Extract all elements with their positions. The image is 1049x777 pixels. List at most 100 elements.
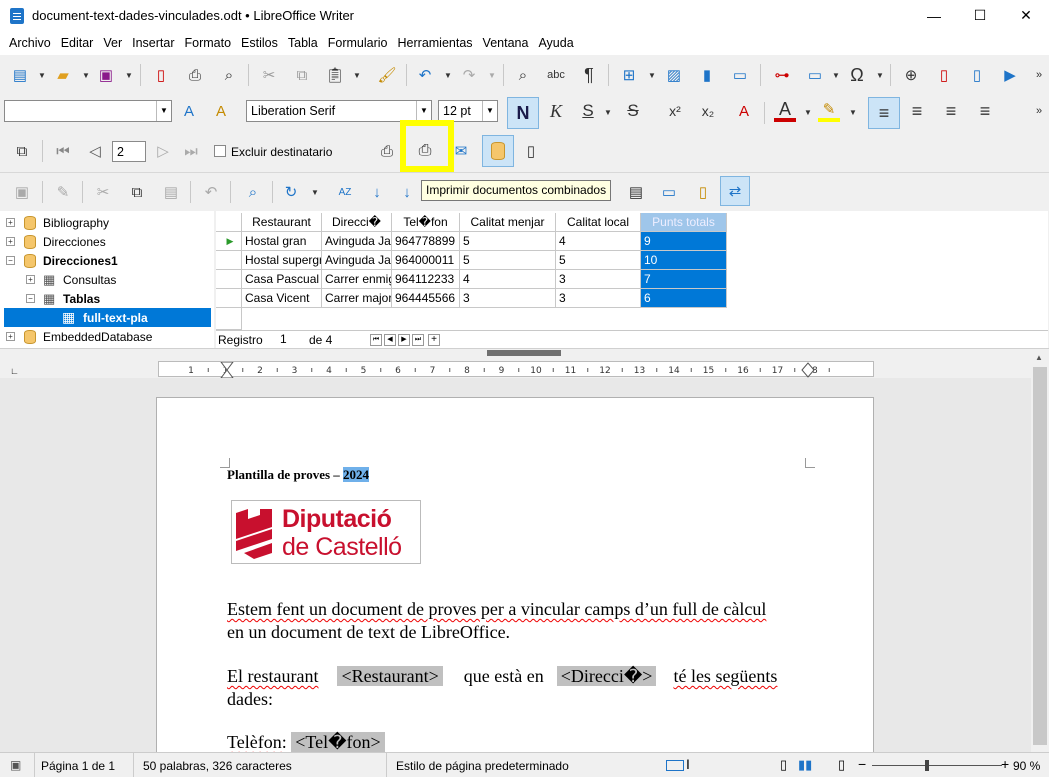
menu-archivo[interactable]: Archivo [4,36,56,50]
table-cell[interactable]: 4 [460,270,556,289]
chevron-down-icon[interactable]: ▼ [353,71,361,80]
table-cell[interactable]: Casa Vicent [242,289,322,308]
chevron-down-icon[interactable]: ▼ [604,108,612,117]
tree-item-consultas[interactable]: + ▦ Consultas [0,270,214,289]
column-header[interactable]: Direcci� [322,213,392,232]
chevron-down-icon[interactable]: ▼ [38,71,46,80]
chevron-down-icon[interactable]: ▼ [125,71,133,80]
row-header[interactable] [216,270,242,289]
table-cell[interactable]: 964445566 [392,289,460,308]
menu-editar[interactable]: Editar [56,36,99,50]
menu-ayuda[interactable]: Ayuda [533,36,578,50]
italic-button[interactable]: K [545,100,567,122]
clone-formatting-icon[interactable]: 🖌︎ [376,64,398,86]
insert-chart-icon[interactable]: ▮ [696,64,718,86]
menu-ver[interactable]: Ver [98,36,127,50]
row-header[interactable] [216,308,242,330]
table-cell[interactable]: 964112233 [392,270,460,289]
spelling-icon[interactable]: abc [545,64,567,86]
data-to-text-icon[interactable]: ▤ [625,181,647,203]
table-cell[interactable]: Avinguda Jau [322,232,392,251]
mail-merge-icon[interactable]: ▯ [692,181,714,203]
last-record-icon[interactable]: ⏭ [412,334,424,346]
strikethrough-button[interactable]: S [622,100,644,122]
menu-formulario[interactable]: Formulario [323,36,393,50]
font-name-combo[interactable]: Liberation Serif ▼ [246,100,432,122]
horizontal-ruler[interactable]: 1123456789101112131415161718 [158,361,874,379]
splitter-handle[interactable] [487,350,561,356]
collapse-icon[interactable]: − [26,294,35,303]
table-cell[interactable]: Casa Pascual [242,270,322,289]
redo-icon[interactable]: ↷ [458,64,480,86]
data-to-fields-icon[interactable]: ▭ [658,181,680,203]
table-cell[interactable]: 9 [641,232,727,251]
chevron-down-icon[interactable]: ▼ [416,101,431,121]
zoom-out-icon[interactable]: − [858,756,866,772]
column-header[interactable]: Calitat menjar [460,213,556,232]
chevron-down-icon[interactable]: ▼ [311,188,319,197]
special-character-icon[interactable]: Ω [846,64,868,86]
chevron-down-icon[interactable]: ▼ [876,71,884,80]
menu-formato[interactable]: Formato [180,36,237,50]
formatting-marks-icon[interactable]: ¶ [578,64,600,86]
document-page[interactable]: Plantilla de proves – 2024 Diputació de … [156,397,874,752]
toolbar-overflow-icon[interactable]: » [1028,64,1049,86]
expand-icon[interactable]: + [26,275,35,284]
paragraph-style-combo[interactable]: ▼ [4,100,172,122]
panel-splitter[interactable] [0,348,1049,357]
bookmark-icon[interactable]: ▶ [999,64,1021,86]
chevron-down-icon[interactable]: ▼ [82,71,90,80]
chevron-down-icon[interactable]: ▼ [849,108,857,117]
scrollbar-thumb[interactable] [1033,367,1047,745]
copy-icon[interactable]: ⧉ [126,181,148,203]
multi-page-view-icon[interactable]: ▮▮ [798,757,812,773]
chevron-down-icon[interactable]: ▼ [832,71,840,80]
table-cell[interactable]: 5 [556,251,641,270]
refresh-icon[interactable]: ↻ [280,181,302,203]
explorer-toggle-button[interactable]: ⇄ [720,176,750,206]
insert-image-icon[interactable]: ▨ [663,64,685,86]
paragraph-3[interactable]: Telèfon: <Tel�fon> [227,732,385,752]
chevron-down-icon[interactable]: ▼ [488,71,496,80]
sort-icon[interactable]: AZ [334,181,356,203]
tree-item-full-text-pla[interactable]: ▦ full-text-pla [4,308,211,327]
update-style-icon[interactable]: A [178,100,200,122]
toolbar-overflow-icon[interactable]: » [1028,100,1049,122]
expand-icon[interactable]: + [6,332,15,341]
tree-item-direcciones[interactable]: + Direcciones [0,232,214,251]
new-style-icon[interactable]: A [210,100,232,122]
cut-icon[interactable]: ✂ [92,181,114,203]
sort-descending-icon[interactable]: ↓ [396,181,418,203]
next-record-icon[interactable]: ▷ [152,140,174,162]
merge-field-telefon[interactable]: <Tel�fon> [291,732,385,752]
menu-tabla[interactable]: Tabla [283,36,323,50]
print-merged-documents-icon[interactable]: ⎙ [414,140,436,162]
table-cell[interactable]: 5 [460,232,556,251]
page-count[interactable]: Página 1 de 1 [41,759,115,773]
table-cell[interactable]: 10 [641,251,727,270]
bold-button[interactable]: N [507,97,539,129]
subscript-button[interactable]: x₂ [697,100,719,122]
scroll-up-icon[interactable]: ▲ [1035,353,1043,362]
copy-icon[interactable]: ⧉ [291,64,313,86]
next-record-icon[interactable]: ▶ [398,334,410,346]
single-page-view-icon[interactable]: ▯ [780,757,787,773]
insert-textbox-icon[interactable]: ▭ [729,64,751,86]
expand-icon[interactable]: + [6,237,15,246]
cut-icon[interactable]: ✂ [258,64,280,86]
merge-field-restaurant[interactable]: <Restaurant> [337,666,443,686]
menu-herramientas[interactable]: Herramientas [393,36,478,50]
row-header[interactable] [216,251,242,270]
paragraph-2[interactable]: El restaurant <Restaurant> que està en <… [227,665,807,711]
previous-record-icon[interactable]: ◁ [84,140,106,162]
table-cell[interactable]: Carrer enmig [322,270,392,289]
align-right-button[interactable]: ≡ [940,100,962,122]
menu-ventana[interactable]: Ventana [478,36,534,50]
table-cell[interactable]: 964778899 [392,232,460,251]
table-cell[interactable]: 3 [460,289,556,308]
save-icon[interactable]: ▣ [95,64,117,86]
exclude-recipient-checkbox[interactable] [214,145,226,157]
table-cell[interactable]: 5 [460,251,556,270]
zoom-slider[interactable] [872,765,1002,766]
column-header[interactable]: Punts totals [641,213,727,232]
